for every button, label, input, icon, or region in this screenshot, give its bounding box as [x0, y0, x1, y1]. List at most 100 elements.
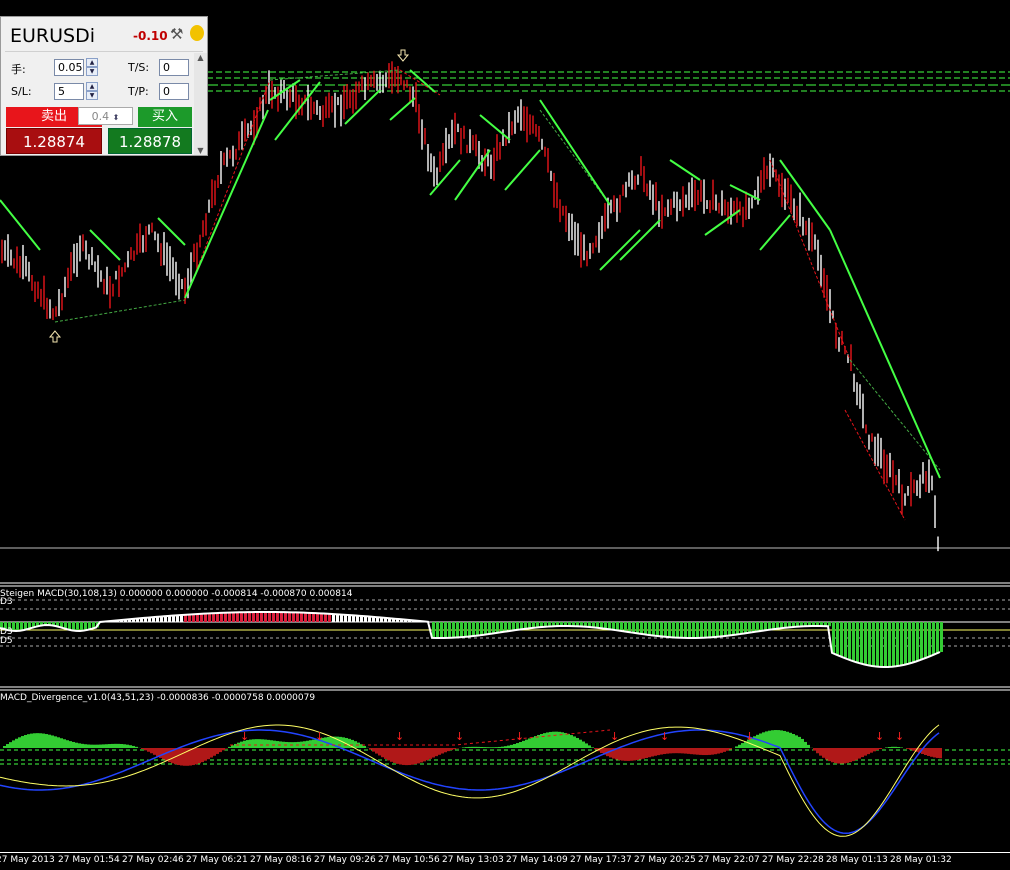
divergence-bar [69, 741, 72, 748]
divergence-bar [531, 737, 534, 748]
divergence-bar [684, 748, 687, 754]
macd-bar [260, 612, 263, 622]
macd-bar [868, 622, 871, 666]
macd-bar [656, 622, 659, 636]
macd-bar [316, 613, 319, 622]
buy-price-button[interactable]: 1.28878 [108, 128, 192, 154]
macd-bar [852, 622, 855, 661]
macd-bar [492, 622, 495, 634]
divergence-bar [249, 739, 252, 748]
divergence-bar [762, 732, 765, 748]
macd-bar [500, 622, 503, 633]
divergence-bar [681, 748, 684, 754]
tools-icon[interactable]: ⚒ [170, 25, 183, 43]
divergence-bar [156, 748, 159, 757]
macd-bar [676, 622, 679, 638]
macd-bar [472, 622, 475, 637]
macd-bar [264, 612, 267, 622]
macd-indicator-label: Steigen MACD(30,108,13) 0.000000 0.00000… [0, 589, 353, 599]
time-axis-label: 27 May 02:46 [122, 855, 184, 865]
macd-bar [640, 622, 643, 634]
volume-spin-icon[interactable]: ⬍ [113, 113, 120, 122]
macd-bar [688, 622, 691, 638]
divergence-bar [933, 748, 936, 758]
divergence-bar [492, 747, 495, 748]
divergence-bar [924, 748, 927, 756]
divergence-bar [630, 748, 633, 761]
macd-bar [752, 622, 755, 633]
divergence-bar [906, 748, 909, 749]
divergence-bar [909, 748, 912, 750]
divergence-bar [675, 748, 678, 754]
divergence-bar [696, 748, 699, 755]
macd-bar [496, 622, 499, 633]
panel-scrollbar[interactable]: ▲ ▼ [194, 53, 207, 155]
lots-stepper[interactable]: ▲ ▼ [86, 58, 98, 77]
divergence-bar [768, 730, 771, 748]
one-click-trading-panel[interactable]: EURUSDi -0.10 ⚒ 手: 0.05 ▲ ▼ T/S: 0 S/L: 5… [0, 16, 208, 156]
divergence-bar [831, 748, 834, 763]
divergence-bar [27, 734, 30, 748]
down-arrow-icon: ↓ [875, 730, 884, 743]
divergence-bar [9, 742, 12, 748]
macd-bar [488, 622, 491, 635]
step-down-icon[interactable]: ▼ [86, 67, 98, 76]
macd-bar [208, 613, 211, 622]
down-arrow-icon: ↓ [240, 730, 249, 743]
divergence-bar [690, 748, 693, 755]
divergence-bar [885, 747, 888, 748]
divergence-bar [777, 730, 780, 748]
divergence-bar [372, 748, 375, 752]
lots-input[interactable]: 0.05 [54, 59, 84, 76]
divergence-bar [789, 732, 792, 748]
macd-bar [464, 622, 467, 637]
down-arrow-icon: ↓ [515, 730, 524, 743]
time-axis-label: 27 May 01:54 [58, 855, 120, 865]
divergence-bar [651, 748, 654, 757]
macd-bar [856, 622, 859, 663]
macd-bar [840, 622, 843, 657]
divergence-bar [141, 748, 144, 750]
buy-button[interactable]: 买入 [138, 107, 192, 127]
step-down-icon[interactable]: ▼ [86, 91, 98, 100]
macd-bar [248, 612, 251, 622]
scroll-down-icon[interactable]: ▼ [194, 146, 207, 155]
divergence-bar [264, 739, 267, 748]
macd-bar [276, 612, 279, 622]
divergence-bar [765, 731, 768, 748]
trailing-stop-label: T/S: [128, 61, 150, 74]
divergence-bar [618, 748, 621, 761]
divergence-bar [678, 748, 681, 754]
trailing-stop-input[interactable]: 0 [159, 59, 189, 76]
divergence-bar [585, 743, 588, 748]
gold-coin-icon[interactable] [190, 25, 204, 41]
divergence-bar [411, 748, 414, 765]
macd-bar [480, 622, 483, 636]
divergence-bar [129, 745, 132, 748]
scroll-up-icon[interactable]: ▲ [194, 53, 207, 62]
divergence-bar [90, 744, 93, 748]
divergence-bar [723, 748, 726, 752]
stop-loss-stepper[interactable]: ▲ ▼ [86, 82, 98, 101]
divergence-bar [417, 748, 420, 764]
divergence-bar [3, 746, 6, 748]
price-change: -0.10 [133, 29, 168, 43]
stop-loss-input[interactable]: 5 [54, 83, 84, 100]
macd-bar [224, 612, 227, 622]
macd-bar [196, 614, 199, 622]
divergence-bar [546, 732, 549, 748]
divergence-bar [879, 748, 882, 750]
divergence-bar [795, 735, 798, 748]
step-up-icon[interactable]: ▲ [86, 82, 98, 91]
volume-input[interactable]: 0.4 ⬍ [78, 107, 133, 125]
step-up-icon[interactable]: ▲ [86, 58, 98, 67]
macd-bar [484, 622, 487, 635]
sell-price-button[interactable]: 1.28874 [6, 128, 102, 154]
macd-bar [664, 622, 667, 637]
take-profit-input[interactable]: 0 [159, 83, 189, 100]
divergence-bar [648, 748, 651, 758]
divergence-bar [483, 747, 486, 748]
divergence-bar [441, 748, 444, 754]
down-arrow-icon: ↓ [745, 730, 754, 743]
macd-bar [740, 622, 743, 635]
